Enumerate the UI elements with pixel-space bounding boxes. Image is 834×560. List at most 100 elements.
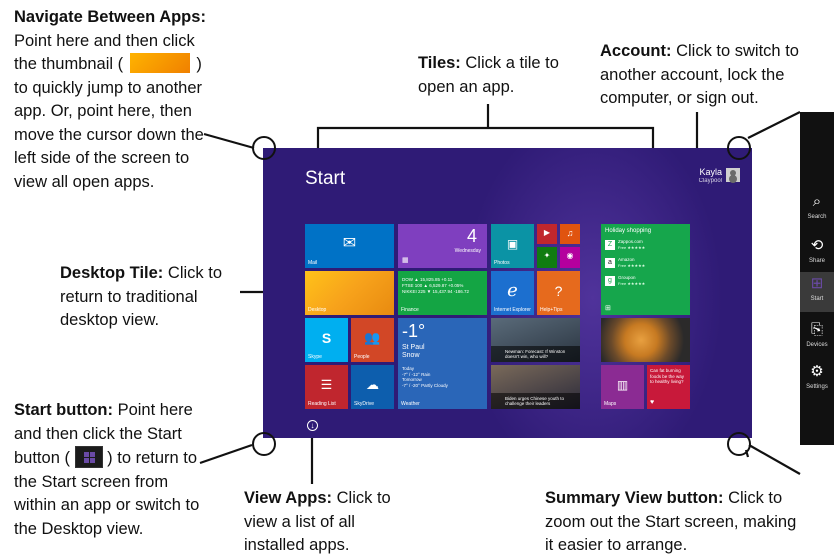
news-headline: Newman: Forecast: If Winston doesn't win…: [505, 349, 566, 359]
tile-help-label: Help+Tips: [540, 307, 563, 313]
store-item-rating: Free ★★★★★: [618, 281, 646, 286]
charms-bar: ⌕ Search ⟲ Share ⊞ Start ⎘ Devices ⚙ Set…: [800, 112, 834, 445]
heart-icon: ♥: [650, 399, 655, 406]
store-app-icon: a: [605, 258, 615, 268]
charm-start[interactable]: ⊞ Start: [800, 272, 834, 312]
weather-forecast: Today -7° / -12° Rain Tomorrow -7° / -20…: [402, 366, 448, 388]
tile-maps-label: Maps: [604, 401, 617, 407]
finance-rows: DOW ▲ 15,825.85 +0.11 FTSE 100 ▲ 6,529.8…: [402, 277, 469, 295]
photos-icon: ▣: [506, 236, 519, 251]
calendar-weekday: Wednesday: [454, 248, 481, 254]
tile-desktop[interactable]: Desktop: [305, 271, 394, 315]
cloud-icon: ☁: [366, 376, 379, 392]
tile-mail[interactable]: ✉ Mail: [305, 224, 394, 268]
people-icon: 👥: [364, 329, 381, 345]
tile-skype[interactable]: S Skype: [305, 318, 348, 362]
store-list: Z Zappos.com Free ★★★★★ a Amazon Free ★★…: [605, 239, 685, 293]
top-left-corner-circle: [252, 136, 276, 160]
tile-health-fitness[interactable]: Can fat burning foods be the way to heal…: [647, 365, 690, 409]
tile-weather-label: Weather: [401, 401, 420, 407]
tile-skype-label: Skype: [308, 354, 322, 360]
tile-internet-explorer[interactable]: e Internet Explorer: [491, 271, 534, 315]
tile-store[interactable]: Holiday shopping Z Zappos.com Free ★★★★★…: [601, 224, 690, 315]
charm-share[interactable]: ⟲ Share: [800, 234, 834, 274]
weather-condition: Snow: [402, 352, 420, 359]
top-right-corner-circle: [727, 136, 751, 160]
annotation-desktop-title: Desktop Tile:: [60, 264, 164, 282]
annotation-account: Account: Click to switch to another acco…: [600, 40, 832, 111]
gamepad-icon: ✦: [543, 251, 551, 261]
store-item-name: Zappos.com: [618, 239, 643, 244]
tile-news[interactable]: Newman: Forecast: If Winston doesn't win…: [491, 318, 580, 362]
store-item[interactable]: a Amazon Free ★★★★★: [605, 257, 685, 275]
start-button-icon: [74, 446, 103, 468]
tile-skydrive[interactable]: ☁ SkyDrive: [351, 365, 394, 409]
tile-reading-label: Reading List: [308, 401, 336, 407]
headphones-icon: ♫: [566, 228, 574, 238]
map-icon: ▥: [616, 377, 629, 392]
search-icon: ⌕: [812, 193, 822, 210]
tile-weather[interactable]: -1° St Paul Snow Today -7° / -12° Rain T…: [398, 318, 487, 409]
tile-ie-label: Internet Explorer: [494, 307, 531, 313]
charm-label: Search: [807, 214, 827, 220]
store-header: Holiday shopping: [605, 228, 652, 234]
annotation-navigate-text-b: ) to quickly jump to another app. Or, po…: [14, 55, 204, 191]
tile-people-label: People: [354, 354, 370, 360]
store-app-icon: Z: [605, 240, 615, 250]
store-app-icon: g: [605, 276, 615, 286]
store-icon: ⊞: [605, 305, 611, 312]
tile-news-2[interactable]: Biden urges Chinese youth to challenge t…: [491, 365, 580, 409]
start-screen: Start Kayla Claypool ✉ Mail Desktop S Sk…: [263, 148, 752, 438]
charm-search[interactable]: ⌕ Search: [800, 190, 834, 230]
annotation-start-button: Start button: Point here and then click …: [14, 399, 210, 541]
view-apps-button[interactable]: ↓: [307, 420, 318, 431]
devices-icon: ⎘: [810, 321, 823, 338]
weather-location: St Paul Snow: [402, 344, 425, 360]
weather-temperature: -1°: [402, 321, 426, 341]
user-name: Kayla: [699, 167, 722, 177]
tile-people[interactable]: 👥 People: [351, 318, 394, 362]
ie-icon: e: [507, 279, 518, 301]
charm-label: Devices: [806, 342, 828, 348]
help-icon: ?: [554, 282, 563, 299]
tile-food-drink[interactable]: [601, 318, 690, 362]
tile-help-tips[interactable]: ? Help+Tips: [537, 271, 580, 315]
tile-reading-list[interactable]: ☰ Reading List: [305, 365, 348, 409]
app-thumbnail-icon: [129, 53, 190, 73]
charm-label: Settings: [806, 384, 828, 390]
mail-icon: ✉: [342, 234, 357, 252]
start-title: Start: [305, 168, 346, 189]
bottom-left-corner-circle: [252, 432, 276, 456]
annotation-summary-view: Summary View button: Click to zoom out t…: [545, 487, 805, 558]
tile-video[interactable]: ▶: [537, 224, 557, 244]
tile-music[interactable]: ♫: [560, 224, 580, 244]
annotation-view-apps: View Apps: Click to view a list of all i…: [244, 487, 414, 558]
annotation-viewapps-title: View Apps:: [244, 489, 333, 507]
annotation-desktop-tile: Desktop Tile: Click to return to traditi…: [60, 262, 250, 333]
tile-maps[interactable]: ▥ Maps: [601, 365, 644, 409]
tile-camera[interactable]: ◉: [560, 247, 580, 268]
store-item[interactable]: Z Zappos.com Free ★★★★★: [605, 239, 685, 257]
tile-skydrive-label: SkyDrive: [354, 401, 375, 407]
news-headline: Biden urges Chinese youth to challenge t…: [505, 396, 565, 406]
tile-mail-label: Mail: [308, 260, 318, 266]
gear-icon: ⚙: [810, 363, 824, 380]
store-item-rating: Free ★★★★★: [618, 263, 646, 268]
store-item-rating: Free ★★★★★: [618, 245, 646, 250]
annotation-account-title: Account:: [600, 42, 672, 60]
skype-icon: S: [321, 329, 332, 346]
tile-photos[interactable]: ▣ Photos: [491, 224, 534, 268]
avatar[interactable]: [726, 168, 740, 182]
charm-devices[interactable]: ⎘ Devices: [800, 318, 834, 358]
calendar-day-number: 4: [466, 226, 477, 246]
health-article-text: Can fat burning foods be the way to heal…: [650, 368, 685, 384]
account-button[interactable]: Kayla Claypool: [699, 168, 722, 186]
charm-settings[interactable]: ⚙ Settings: [800, 360, 834, 400]
annotation-tiles-title: Tiles:: [418, 54, 461, 72]
tile-finance[interactable]: DOW ▲ 15,825.85 +0.11 FTSE 100 ▲ 6,529.8…: [398, 271, 487, 315]
charm-label: Share: [808, 258, 825, 264]
tile-games[interactable]: ✦: [537, 247, 557, 268]
annotation-summary-title: Summary View button:: [545, 489, 724, 507]
store-item[interactable]: g Groupon Free ★★★★★: [605, 275, 685, 293]
tile-calendar[interactable]: 4 Wednesday ▦: [398, 224, 487, 268]
